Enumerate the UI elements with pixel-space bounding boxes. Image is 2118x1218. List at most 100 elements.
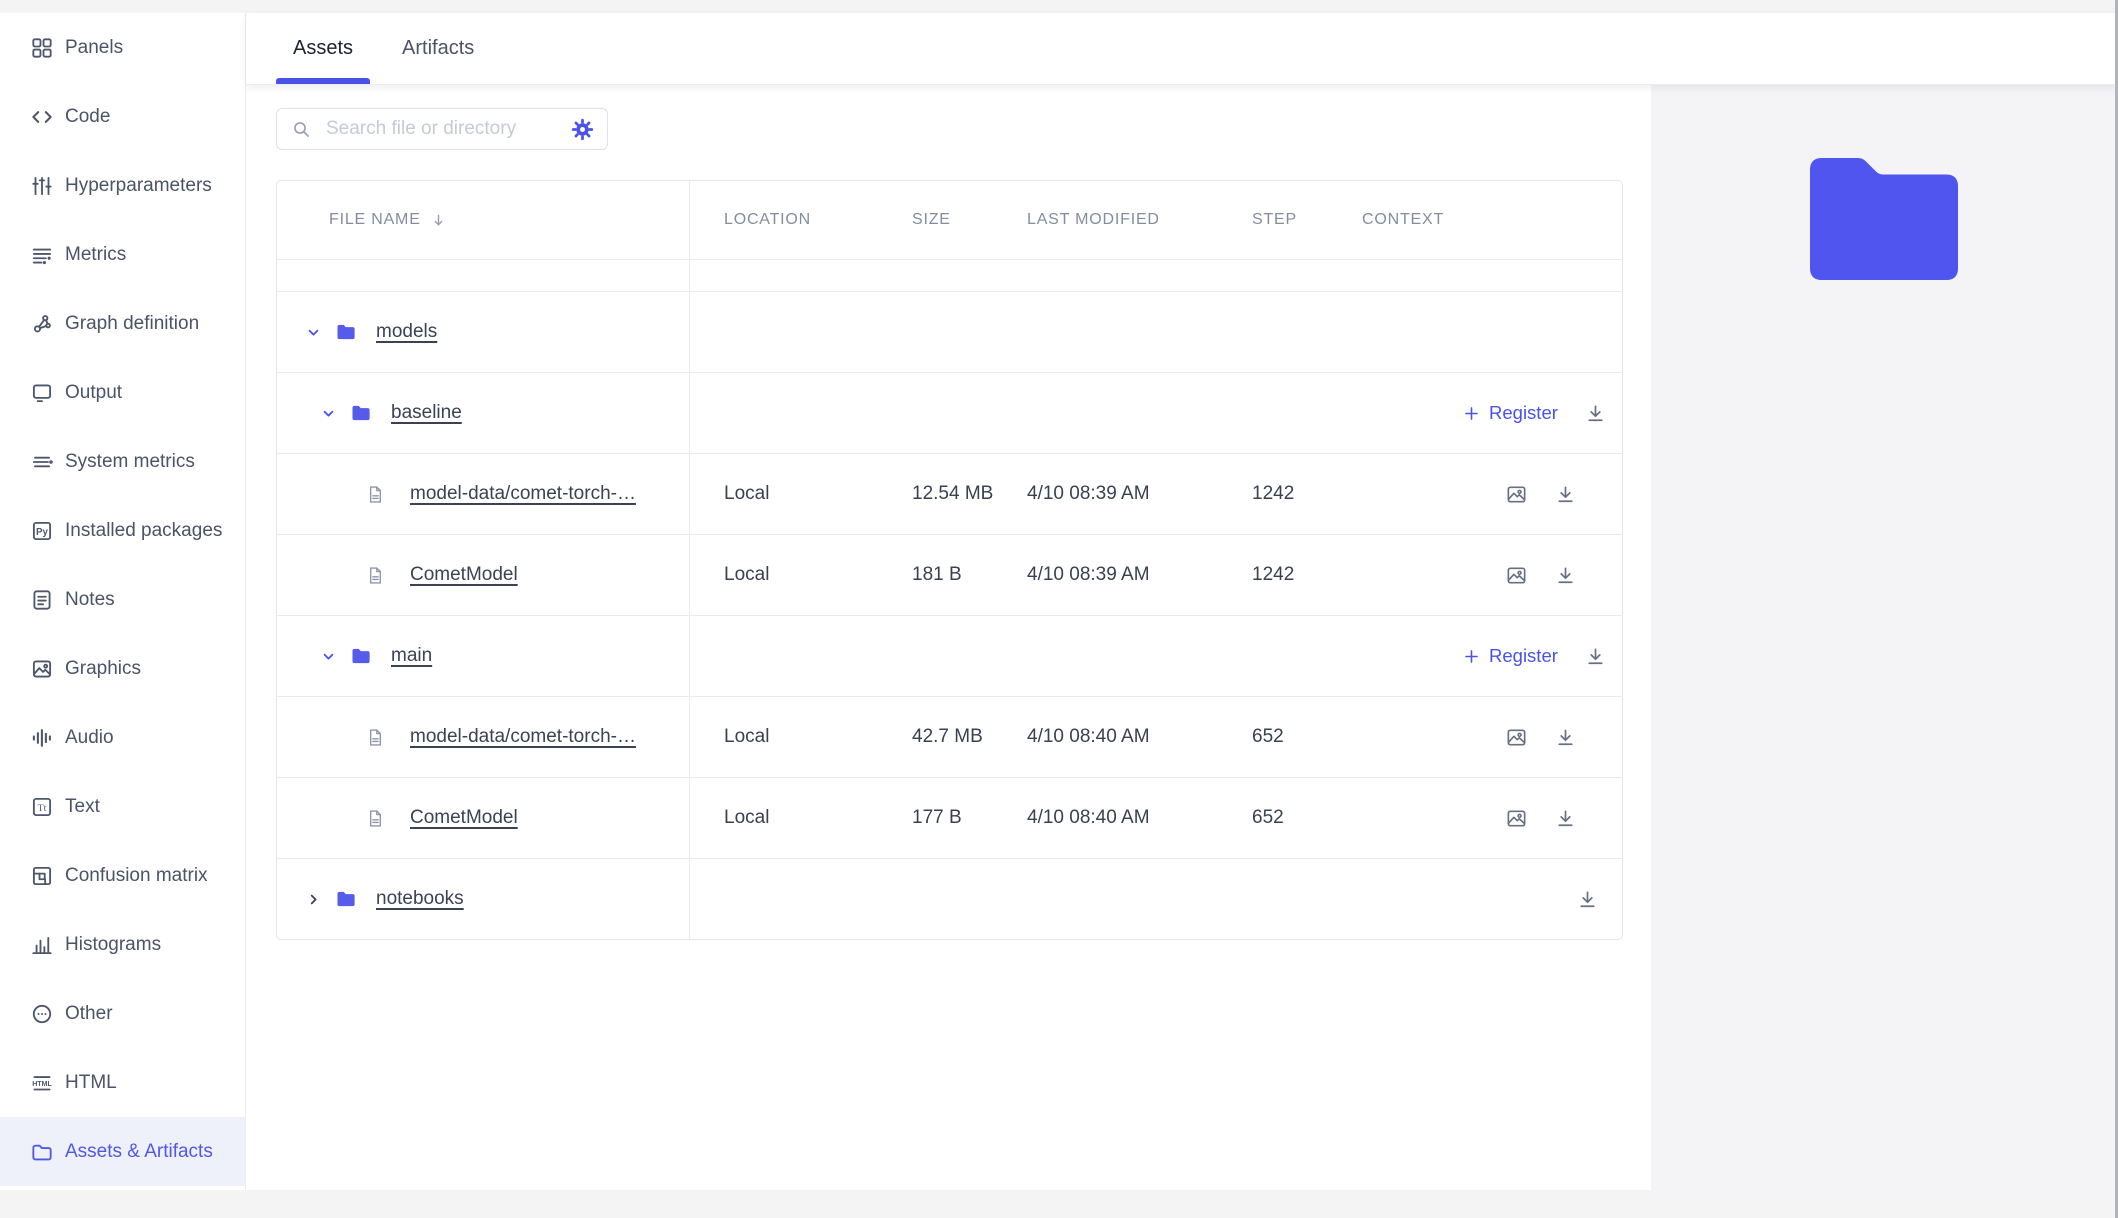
sidebar-item-label: Other <box>65 1003 113 1025</box>
folder-icon <box>334 320 358 344</box>
step-cell: 1242 <box>1252 535 1362 615</box>
plus-icon <box>1462 404 1481 423</box>
svg-text:HTML: HTML <box>32 1081 52 1088</box>
location-cell: Local <box>690 697 912 777</box>
gear-icon[interactable] <box>570 117 595 142</box>
step-cell: 652 <box>1252 697 1362 777</box>
sidebar-item-audio[interactable]: Audio <box>0 703 245 772</box>
sidebar-item-notes[interactable]: Notes <box>0 565 245 634</box>
search-input[interactable] <box>324 117 570 141</box>
row-actions <box>1462 859 1622 939</box>
graph-definition-icon <box>29 311 55 337</box>
column-header-label: SIZE <box>912 211 951 229</box>
size-cell <box>912 373 1027 453</box>
code-icon <box>29 104 55 130</box>
register-model-button[interactable]: Register <box>1462 645 1558 667</box>
installed-packages-icon: Py <box>29 518 55 544</box>
tab-assets[interactable]: Assets <box>276 13 370 84</box>
sidebar-item-html[interactable]: HTMLHTML <box>0 1048 245 1117</box>
sidebar-item-system-metrics[interactable]: System metrics <box>0 427 245 496</box>
preview-image-icon[interactable] <box>1505 807 1528 830</box>
sidebar-item-label: Histograms <box>65 934 161 956</box>
tab-label: Assets <box>293 37 353 60</box>
file-icon <box>365 727 386 748</box>
preview-image-icon[interactable] <box>1505 726 1528 749</box>
folder-icon <box>334 887 358 911</box>
sidebar-item-graphics[interactable]: Graphics <box>0 634 245 703</box>
download-icon[interactable] <box>1576 888 1599 911</box>
sidebar-item-label: Notes <box>65 589 115 611</box>
file-name-cell: main <box>277 616 690 696</box>
preview-image-icon[interactable] <box>1505 483 1528 506</box>
sidebar-item-label: Confusion matrix <box>65 865 208 887</box>
sidebar-item-metrics[interactable]: Metrics <box>0 220 245 289</box>
sidebar-item-confusion-matrix[interactable]: Confusion matrix <box>0 841 245 910</box>
download-icon[interactable] <box>1584 645 1607 668</box>
download-icon[interactable] <box>1584 402 1607 425</box>
sidebar-item-label: Assets & Artifacts <box>65 1141 213 1163</box>
download-icon[interactable] <box>1554 483 1577 506</box>
row-actions: Register <box>1462 616 1630 696</box>
column-header-file-name[interactable]: FILE NAME <box>277 181 690 259</box>
sidebar-item-installed-packages[interactable]: PyInstalled packages <box>0 496 245 565</box>
folder-name-link[interactable]: models <box>376 321 437 343</box>
chevron-down-icon[interactable] <box>304 324 322 341</box>
download-icon[interactable] <box>1554 726 1577 749</box>
chevron-down-icon[interactable] <box>319 405 337 422</box>
download-icon[interactable] <box>1554 807 1577 830</box>
column-header-size: SIZE <box>912 181 1027 259</box>
sidebar-item-assets-artifacts[interactable]: Assets & Artifacts <box>0 1117 245 1186</box>
sidebar-item-code[interactable]: Code <box>0 82 245 151</box>
chevron-right-icon[interactable] <box>304 891 322 908</box>
audio-icon <box>29 725 55 751</box>
preview-image-icon[interactable] <box>1505 564 1528 587</box>
svg-text:Tt: Tt <box>38 802 47 813</box>
context-cell <box>1362 535 1462 615</box>
table-row-model-data-comet-torch: model-data/comet-torch-…Local12.54 MB4/1… <box>277 454 1622 535</box>
folder-name-link[interactable]: main <box>391 645 432 667</box>
sidebar-item-graph-definition[interactable]: Graph definition <box>0 289 245 358</box>
svg-text:Py: Py <box>36 526 49 537</box>
file-name-link[interactable]: CometModel <box>410 807 518 829</box>
context-cell <box>1362 292 1462 372</box>
file-name-cell: notebooks <box>277 859 690 939</box>
sidebar-item-label: Metrics <box>65 244 126 266</box>
row-actions <box>1462 697 1622 777</box>
table-header-row: FILE NAMELOCATIONSIZELAST MODIFIEDSTEPCO… <box>277 181 1622 260</box>
tab-bar: Assets Artifacts <box>246 13 2118 85</box>
download-icon[interactable] <box>1554 564 1577 587</box>
column-header-label: LAST MODIFIED <box>1027 211 1160 229</box>
file-icon <box>365 565 386 586</box>
step-cell <box>1252 292 1362 372</box>
sidebar-item-histograms[interactable]: Histograms <box>0 910 245 979</box>
file-name-link[interactable]: CometModel <box>410 564 518 586</box>
sidebar-item-label: System metrics <box>65 451 195 473</box>
sidebar-item-other[interactable]: Other <box>0 979 245 1048</box>
sidebar-item-output[interactable]: Output <box>0 358 245 427</box>
folder-name-link[interactable]: baseline <box>391 402 462 424</box>
panels-icon <box>29 35 55 61</box>
sidebar-item-text[interactable]: TtText <box>0 772 245 841</box>
table-row-models: models <box>277 292 1622 373</box>
column-header-label: CONTEXT <box>1362 211 1444 229</box>
context-cell <box>1362 373 1462 453</box>
bottom-strip <box>0 1190 2118 1218</box>
size-cell: 42.7 MB <box>912 697 1027 777</box>
sort-desc-icon[interactable] <box>429 211 448 230</box>
file-name-link[interactable]: model-data/comet-torch-… <box>410 483 636 505</box>
tab-artifacts[interactable]: Artifacts <box>385 13 491 84</box>
size-cell <box>912 292 1027 372</box>
context-cell <box>1362 778 1462 858</box>
size-cell: 177 B <box>912 778 1027 858</box>
register-model-button[interactable]: Register <box>1462 402 1558 424</box>
sidebar: PanelsCodeHyperparameters Metrics Graph de… <box>0 13 246 1190</box>
row-actions: Register <box>1462 373 1630 453</box>
folder-name-link[interactable]: notebooks <box>376 888 464 910</box>
sidebar-item-hyperparameters[interactable]: Hyperparameters <box>0 151 245 220</box>
sidebar-item-panels[interactable]: Panels <box>0 13 245 82</box>
chevron-down-icon[interactable] <box>319 648 337 665</box>
file-name-link[interactable]: model-data/comet-torch-… <box>410 726 636 748</box>
location-cell <box>690 373 912 453</box>
assets-content-panel: FILE NAMELOCATIONSIZELAST MODIFIEDSTEPCO… <box>246 84 1651 1190</box>
metrics-icon <box>29 242 55 268</box>
